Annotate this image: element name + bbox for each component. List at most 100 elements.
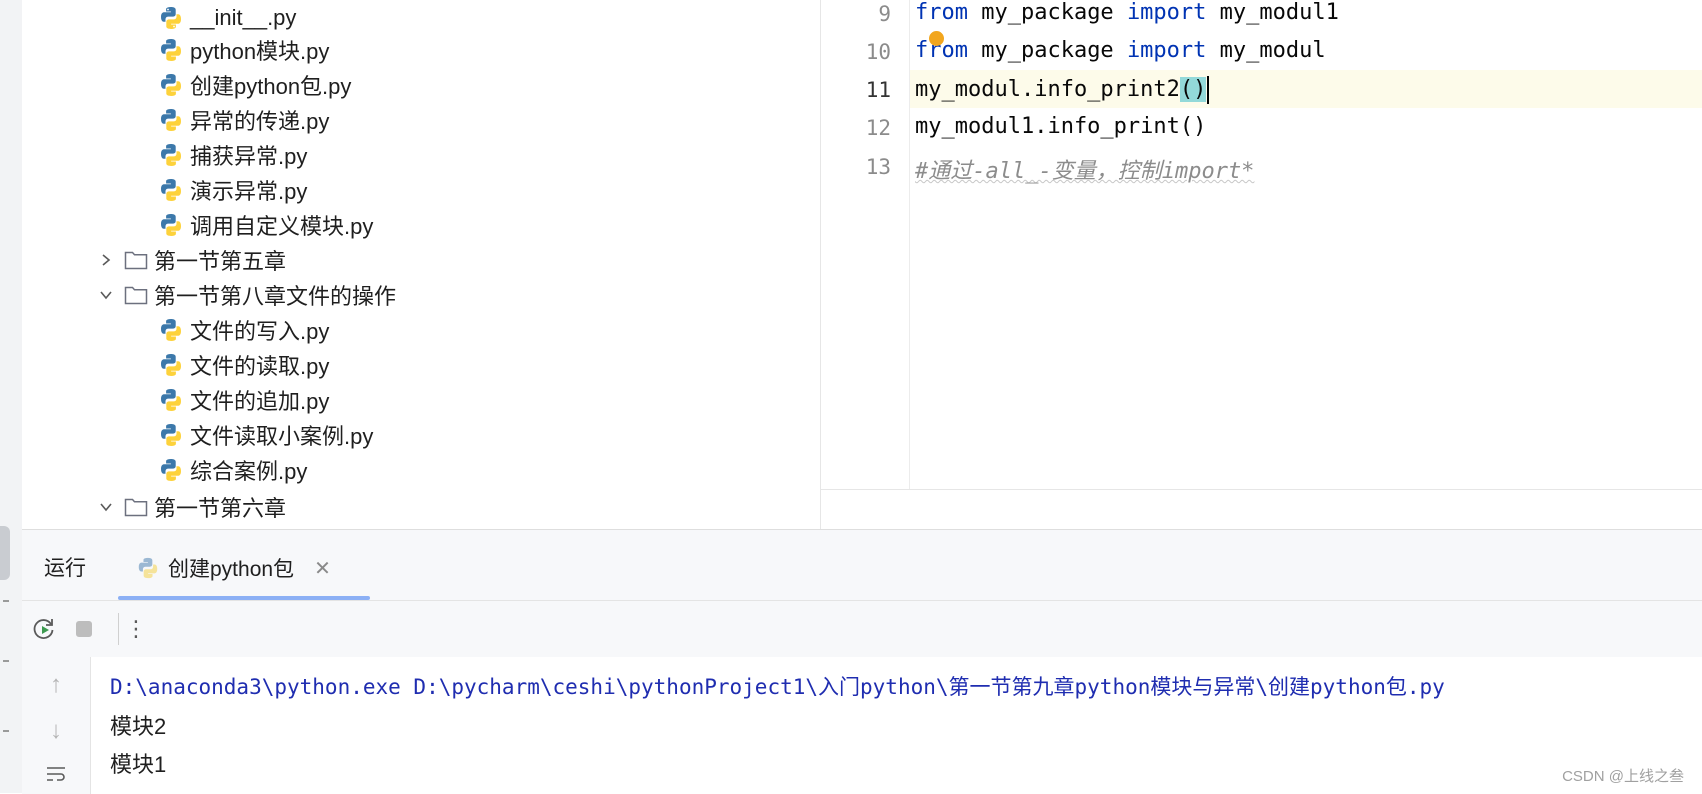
toolbar-separator — [118, 613, 119, 645]
tree-folder-item[interactable]: 第一节第五章 — [94, 243, 286, 277]
code-keyword: import — [1126, 0, 1207, 25]
tree-file-label: 文件的读取.py — [190, 354, 330, 379]
code-keyword: import — [1126, 38, 1207, 63]
rerun-icon[interactable] — [30, 615, 58, 643]
strip-tick — [3, 600, 9, 602]
folder-icon — [124, 498, 148, 517]
tree-file-item[interactable]: 捕获异常.py — [158, 138, 307, 172]
tree-file-label: 演示异常.py — [190, 179, 308, 204]
bulb-icon[interactable] — [929, 31, 944, 46]
tree-file-label: 综合案例.py — [190, 459, 308, 484]
tree-file-item[interactable]: 文件的写入.py — [158, 313, 329, 347]
chevron-down-icon[interactable] — [94, 495, 118, 519]
tree-file-item[interactable]: 文件的追加.py — [158, 383, 329, 417]
folder-icon — [124, 286, 148, 305]
python-file-icon — [161, 74, 181, 96]
code-line[interactable]: my_modul.info_print2() — [915, 76, 1210, 104]
stop-icon[interactable] — [70, 615, 98, 643]
soft-wrap-icon[interactable] — [42, 761, 70, 789]
code-text: my_modul1 — [1206, 0, 1339, 25]
tree-folder-item[interactable]: 第一节第六章 — [94, 490, 286, 524]
tree-file-label: 创建python包.py — [190, 74, 352, 99]
chevron-down-icon[interactable] — [94, 283, 118, 307]
line-number-gutter — [821, 0, 910, 489]
strip-resize-handle[interactable] — [0, 526, 10, 580]
tree-file-label: 文件读取小案例.py — [190, 424, 374, 449]
tree-file-label: 异常的传递.py — [190, 109, 330, 134]
code-line[interactable]: my_modul1.info_print() — [915, 114, 1206, 139]
python-file-icon — [161, 39, 181, 61]
tree-file-label: 文件的写入.py — [190, 319, 330, 344]
more-options-icon[interactable]: ⋮ — [122, 615, 150, 643]
watermark: CSDN @上线之叁 — [1562, 768, 1684, 785]
tree-folder-label: 第一节第八章文件的操作 — [154, 284, 397, 309]
arrow-up-icon[interactable]: ↑ — [42, 671, 70, 699]
code-line[interactable]: from my_package import my_modul1 — [915, 0, 1339, 25]
tree-file-item[interactable]: 创建python包.py — [158, 68, 351, 102]
line-number: 9 — [878, 2, 891, 26]
tree-file-item[interactable]: 调用自定义模块.py — [158, 208, 373, 242]
project-tree: __init__.py python模块.py 创建python包.py 异常的… — [22, 0, 820, 529]
console-output-line: 模块1 — [110, 752, 167, 777]
console-output-line: 模块2 — [110, 714, 167, 739]
tree-file-item[interactable]: __init__.py — [158, 1, 296, 35]
code-line[interactable]: #通过-all_-变量，控制import* — [915, 153, 1254, 185]
close-icon[interactable]: ✕ — [314, 556, 331, 581]
tree-file-item[interactable]: python模块.py — [158, 33, 329, 67]
code-keyword: from — [915, 0, 968, 25]
run-title: 运行 — [44, 557, 86, 580]
console-command-line: D:\anaconda3\python.exe D:\pycharm\ceshi… — [110, 675, 1445, 699]
code-text: my_package — [967, 38, 1127, 63]
python-file-icon — [161, 389, 181, 411]
tree-file-label: __init__.py — [190, 5, 297, 30]
python-file-icon — [161, 354, 181, 376]
run-tab-label: 创建python包 — [168, 558, 295, 581]
code-comment: #通过-all_-变量，控制import* — [915, 159, 1255, 184]
code-text: my_modul1.info_print() — [915, 114, 1207, 139]
strip-tick — [3, 660, 9, 662]
python-file-icon — [161, 7, 181, 29]
code-text: my_modul — [1206, 38, 1326, 63]
text-caret — [1207, 76, 1210, 104]
run-tool-window: 运行 创建python包 ✕ ⋮ ↑ ↓ D:\anaconda3\python… — [22, 529, 1702, 794]
editor-divider — [821, 489, 1702, 490]
console-output[interactable]: D:\anaconda3\python.exe D:\pycharm\ceshi… — [91, 657, 1702, 794]
python-file-icon — [161, 424, 181, 446]
line-number: 10 — [865, 40, 891, 64]
tree-file-item[interactable]: 异常的传递.py — [158, 103, 329, 137]
python-file-icon — [161, 144, 181, 166]
python-file-icon — [161, 179, 181, 201]
code-editor[interactable]: 9 from my_package import my_modul1 10 fr… — [821, 0, 1702, 489]
console-side-toolbar: ↑ ↓ — [22, 657, 91, 794]
folder-icon — [124, 251, 148, 270]
matched-brace: () — [1179, 77, 1207, 102]
tree-file-label: 调用自定义模块.py — [190, 214, 374, 239]
python-file-icon — [161, 459, 181, 481]
tree-folder-item[interactable]: 第一节第八章文件的操作 — [94, 278, 396, 312]
line-number: 13 — [865, 155, 891, 179]
tree-file-item[interactable]: 综合案例.py — [158, 453, 307, 487]
tree-file-item[interactable]: 演示异常.py — [158, 173, 307, 207]
chevron-right-icon[interactable] — [94, 248, 118, 272]
strip-tick — [3, 730, 9, 732]
code-text: my_package — [967, 0, 1127, 25]
tree-folder-label: 第一节第六章 — [154, 496, 287, 521]
tree-file-label: python模块.py — [190, 39, 330, 64]
run-toolbar: ⋮ — [22, 600, 1702, 658]
python-file-icon — [138, 557, 158, 579]
tree-folder-label: 第一节第五章 — [154, 249, 287, 274]
line-number: 12 — [865, 116, 891, 140]
tool-window-strip — [0, 0, 23, 793]
run-config-tab[interactable]: 创建python包 ✕ — [118, 540, 349, 596]
line-number: 11 — [865, 78, 891, 102]
tree-file-label: 文件的追加.py — [190, 389, 330, 414]
code-line[interactable]: from my_package import my_modul — [915, 38, 1326, 63]
tree-file-item[interactable]: 文件的读取.py — [158, 348, 329, 382]
code-text: my_modul.info_print2 — [915, 77, 1180, 102]
python-file-icon — [161, 109, 181, 131]
python-file-icon — [161, 214, 181, 236]
run-header: 运行 创建python包 ✕ — [22, 530, 1702, 600]
tree-file-label: 捕获异常.py — [190, 144, 308, 169]
tree-file-item[interactable]: 文件读取小案例.py — [158, 418, 373, 452]
arrow-down-icon[interactable]: ↓ — [42, 717, 70, 745]
